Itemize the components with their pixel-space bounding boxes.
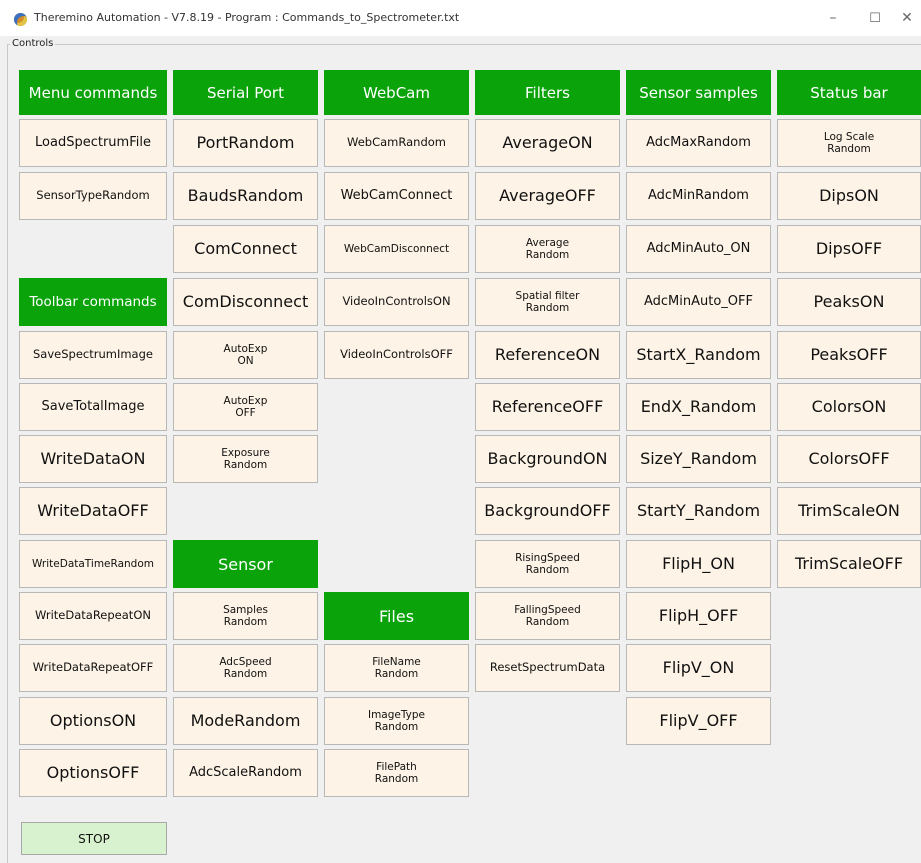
webcamconnect-button[interactable]: WebCamConnect xyxy=(324,172,469,220)
imagetype-random-button[interactable]: ImageType Random xyxy=(324,697,469,745)
starty-random-button[interactable]: StartY_Random xyxy=(626,487,771,535)
dipson-button[interactable]: DipsON xyxy=(777,172,921,220)
backgroundoff-button[interactable]: BackgroundOFF xyxy=(475,487,620,535)
sensortyperandom-button[interactable]: SensorTypeRandom xyxy=(19,172,167,220)
header-sensor-samples: Sensor samples xyxy=(626,70,771,115)
backgroundon-button[interactable]: BackgroundON xyxy=(475,435,620,483)
flipv-off-button[interactable]: FlipV_OFF xyxy=(626,697,771,745)
optionsoff-button[interactable]: OptionsOFF xyxy=(19,749,167,797)
close-button[interactable]: ✕ xyxy=(893,0,921,36)
header-serial-port: Serial Port xyxy=(173,70,318,115)
average-random-button[interactable]: Average Random xyxy=(475,225,620,273)
header-status-bar: Status bar xyxy=(777,70,921,115)
webcamdisconnect-button[interactable]: WebCamDisconnect xyxy=(324,225,469,273)
writedatarepeaton-button[interactable]: WriteDataRepeatON xyxy=(19,592,167,640)
autoexp-off-button[interactable]: AutoExp OFF xyxy=(173,383,318,431)
averageon-button[interactable]: AverageON xyxy=(475,119,620,167)
app-logo-icon xyxy=(14,13,27,26)
peaksoff-button[interactable]: PeaksOFF xyxy=(777,331,921,379)
adcscalerandom-button[interactable]: AdcScaleRandom xyxy=(173,749,318,797)
writedatarepeatoff-button[interactable]: WriteDataRepeatOFF xyxy=(19,644,167,692)
writedatatimerandom-button[interactable]: WriteDataTimeRandom xyxy=(19,540,167,588)
savetotalimage-button[interactable]: SaveTotalImage xyxy=(19,383,167,431)
window-title: Theremino Automation - V7.8.19 - Program… xyxy=(34,11,460,24)
header-filters: Filters xyxy=(475,70,620,115)
comconnect-button[interactable]: ComConnect xyxy=(173,225,318,273)
resetspectrumdata-button[interactable]: ResetSpectrumData xyxy=(475,644,620,692)
trimscaleoff-button[interactable]: TrimScaleOFF xyxy=(777,540,921,588)
adcminrandom-button[interactable]: AdcMinRandom xyxy=(626,172,771,220)
fliph-off-button[interactable]: FlipH_OFF xyxy=(626,592,771,640)
dipsoff-button[interactable]: DipsOFF xyxy=(777,225,921,273)
comdisconnect-button[interactable]: ComDisconnect xyxy=(173,278,318,326)
exposure-random-button[interactable]: Exposure Random xyxy=(173,435,318,483)
header-toolbar-commands: Toolbar commands xyxy=(19,278,167,326)
samples-random-button[interactable]: Samples Random xyxy=(173,592,318,640)
moderandom-button[interactable]: ModeRandom xyxy=(173,697,318,745)
maximize-button[interactable]: ☐ xyxy=(857,0,893,36)
colorson-button[interactable]: ColorsON xyxy=(777,383,921,431)
loadspectrumfile-button[interactable]: LoadSpectrumFile xyxy=(19,119,167,167)
fliph-on-button[interactable]: FlipH_ON xyxy=(626,540,771,588)
videoincontrolson-button[interactable]: VideoInControlsON xyxy=(324,278,469,326)
header-menu-commands: Menu commands xyxy=(19,70,167,115)
fallingspeed-random-button[interactable]: FallingSpeed Random xyxy=(475,592,620,640)
videoincontrolsoff-button[interactable]: VideoInControlsOFF xyxy=(324,331,469,379)
flipv-on-button[interactable]: FlipV_ON xyxy=(626,644,771,692)
averageoff-button[interactable]: AverageOFF xyxy=(475,172,620,220)
optionson-button[interactable]: OptionsON xyxy=(19,697,167,745)
autoexp-on-button[interactable]: AutoExp ON xyxy=(173,331,318,379)
referenceoff-button[interactable]: ReferenceOFF xyxy=(475,383,620,431)
startx-random-button[interactable]: StartX_Random xyxy=(626,331,771,379)
writedataon-button[interactable]: WriteDataON xyxy=(19,435,167,483)
adcminauto-off-button[interactable]: AdcMinAuto_OFF xyxy=(626,278,771,326)
spatial-filter-random-button[interactable]: Spatial filter Random xyxy=(475,278,620,326)
header-files: Files xyxy=(324,592,469,640)
writedataoff-button[interactable]: WriteDataOFF xyxy=(19,487,167,535)
adcspeed-random-button[interactable]: AdcSpeed Random xyxy=(173,644,318,692)
webcamrandom-button[interactable]: WebCamRandom xyxy=(324,119,469,167)
minimize-button[interactable]: – xyxy=(815,0,851,36)
filename-random-button[interactable]: FileName Random xyxy=(324,644,469,692)
trimscaleon-button[interactable]: TrimScaleON xyxy=(777,487,921,535)
colorsoff-button[interactable]: ColorsOFF xyxy=(777,435,921,483)
savespectrumimage-button[interactable]: SaveSpectrumImage xyxy=(19,331,167,379)
baudsrandom-button[interactable]: BaudsRandom xyxy=(173,172,318,220)
referenceon-button[interactable]: ReferenceON xyxy=(475,331,620,379)
endx-random-button[interactable]: EndX_Random xyxy=(626,383,771,431)
header-webcam: WebCam xyxy=(324,70,469,115)
title-bar: Theremino Automation - V7.8.19 - Program… xyxy=(0,0,921,36)
stop-button[interactable]: STOP xyxy=(21,822,167,855)
header-sensor: Sensor xyxy=(173,540,318,588)
controls-group-label: Controls xyxy=(10,38,56,49)
adcmaxrandom-button[interactable]: AdcMaxRandom xyxy=(626,119,771,167)
peakson-button[interactable]: PeaksON xyxy=(777,278,921,326)
log-scale-random-button[interactable]: Log Scale Random xyxy=(777,119,921,167)
portrandom-button[interactable]: PortRandom xyxy=(173,119,318,167)
filepath-random-button[interactable]: FilePath Random xyxy=(324,749,469,797)
adcminauto-on-button[interactable]: AdcMinAuto_ON xyxy=(626,225,771,273)
sizey-random-button[interactable]: SizeY_Random xyxy=(626,435,771,483)
risingspeed-random-button[interactable]: RisingSpeed Random xyxy=(475,540,620,588)
